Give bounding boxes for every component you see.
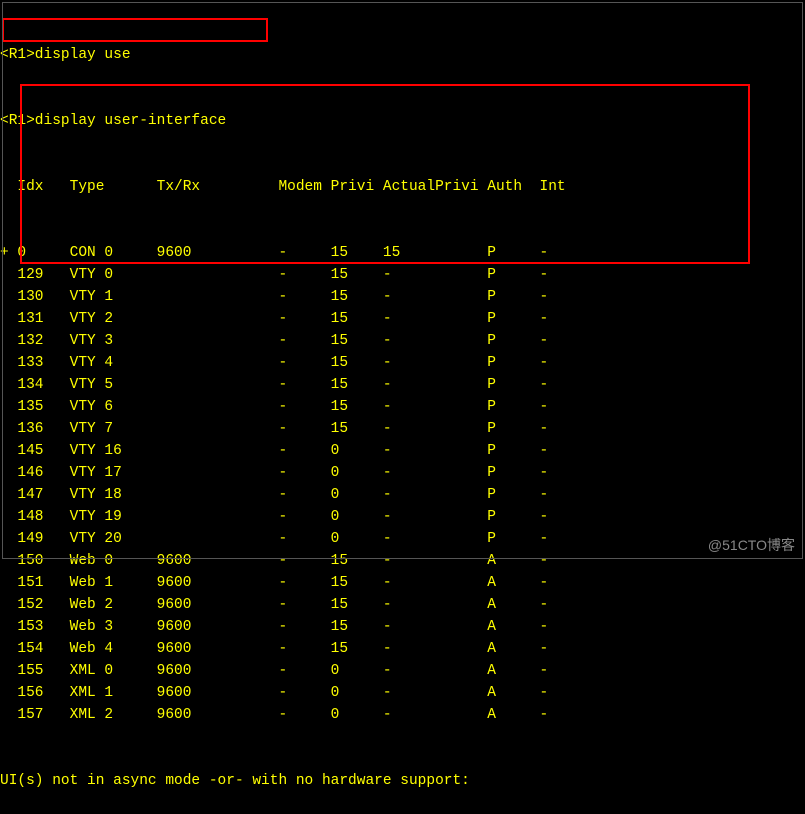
footer-text: UI(s) not in async mode -or- with no har… (0, 770, 805, 792)
table-row: 130 VTY 1 - 15 - P - (0, 286, 805, 308)
table-row: 151 Web 1 9600 - 15 - A - (0, 572, 805, 594)
table-row: 145 VTY 16 - 0 - P - (0, 440, 805, 462)
table-row: 131 VTY 2 - 15 - P - (0, 308, 805, 330)
table-row: 132 VTY 3 - 15 - P - (0, 330, 805, 352)
watermark-text: @51CTO博客 (708, 535, 795, 555)
table-row: 153 Web 3 9600 - 15 - A - (0, 616, 805, 638)
table-row: 136 VTY 7 - 15 - P - (0, 418, 805, 440)
table-row: 155 XML 0 9600 - 0 - A - (0, 660, 805, 682)
table-row: 157 XML 2 9600 - 0 - A - (0, 704, 805, 726)
table-row: 148 VTY 19 - 0 - P - (0, 506, 805, 528)
table-row: 146 VTY 17 - 0 - P - (0, 462, 805, 484)
table-row: 154 Web 4 9600 - 15 - A - (0, 638, 805, 660)
table-header: Idx Type Tx/Rx Modem Privi ActualPrivi A… (0, 176, 805, 198)
terminal-output[interactable]: <R1>display use <R1>display user-interfa… (0, 0, 805, 814)
table-row: 134 VTY 5 - 15 - P - (0, 374, 805, 396)
table-row: 135 VTY 6 - 15 - P - (0, 396, 805, 418)
table-row: 149 VTY 20 - 0 - P - (0, 528, 805, 550)
table-row: 150 Web 0 9600 - 15 - A - (0, 550, 805, 572)
table-row: 147 VTY 18 - 0 - P - (0, 484, 805, 506)
table-row: 133 VTY 4 - 15 - P - (0, 352, 805, 374)
table-row: + 0 CON 0 9600 - 15 15 P - (0, 242, 805, 264)
prompt-line-1: <R1>display use (0, 44, 805, 66)
prompt-line-2: <R1>display user-interface (0, 110, 805, 132)
table-row: 129 VTY 0 - 15 - P - (0, 264, 805, 286)
table-row: 152 Web 2 9600 - 15 - A - (0, 594, 805, 616)
table-row: 156 XML 1 9600 - 0 - A - (0, 682, 805, 704)
